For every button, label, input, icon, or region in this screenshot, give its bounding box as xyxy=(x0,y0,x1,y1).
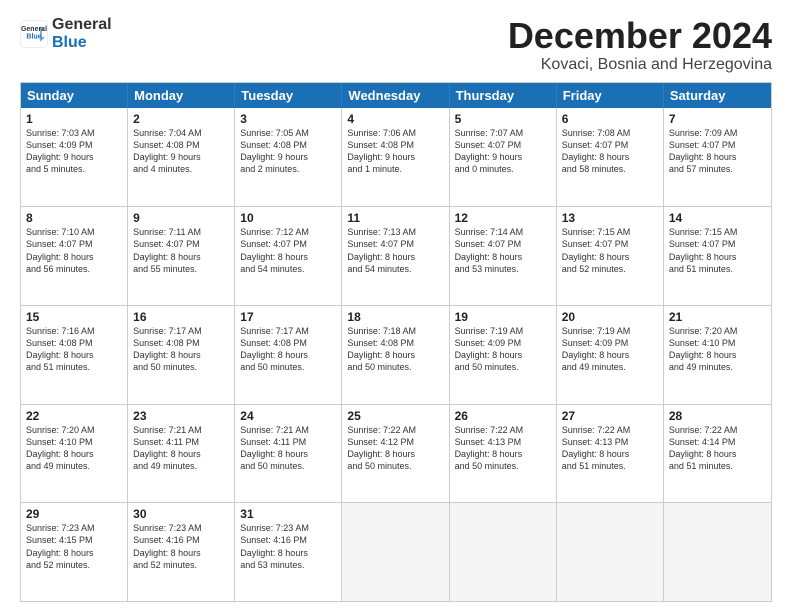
day-empty-1 xyxy=(342,503,449,601)
day-15: 15 Sunrise: 7:16 AMSunset: 4:08 PMDaylig… xyxy=(21,306,128,404)
day-13: 13 Sunrise: 7:15 AMSunset: 4:07 PMDaylig… xyxy=(557,207,664,305)
title-block: December 2024 Kovaci, Bosnia and Herzego… xyxy=(508,16,772,74)
day-17: 17 Sunrise: 7:17 AMSunset: 4:08 PMDaylig… xyxy=(235,306,342,404)
week-row-1: 1 Sunrise: 7:03 AMSunset: 4:09 PMDayligh… xyxy=(21,108,771,207)
header-tuesday: Tuesday xyxy=(235,83,342,108)
calendar: Sunday Monday Tuesday Wednesday Thursday… xyxy=(20,82,772,602)
day-22: 22 Sunrise: 7:20 AMSunset: 4:10 PMDaylig… xyxy=(21,405,128,503)
header-saturday: Saturday xyxy=(664,83,771,108)
day-11: 11 Sunrise: 7:13 AMSunset: 4:07 PMDaylig… xyxy=(342,207,449,305)
logo-blue: Blue xyxy=(52,34,87,51)
page: General Blue General Blue December 2024 … xyxy=(0,0,792,612)
logo-general: General xyxy=(52,16,112,33)
logo-icon: General Blue xyxy=(20,20,48,48)
header-friday: Friday xyxy=(557,83,664,108)
day-12: 12 Sunrise: 7:14 AMSunset: 4:07 PMDaylig… xyxy=(450,207,557,305)
calendar-body: 1 Sunrise: 7:03 AMSunset: 4:09 PMDayligh… xyxy=(21,108,771,601)
day-21: 21 Sunrise: 7:20 AMSunset: 4:10 PMDaylig… xyxy=(664,306,771,404)
header: General Blue General Blue December 2024 … xyxy=(20,16,772,74)
day-24: 24 Sunrise: 7:21 AMSunset: 4:11 PMDaylig… xyxy=(235,405,342,503)
day-6: 6 Sunrise: 7:08 AMSunset: 4:07 PMDayligh… xyxy=(557,108,664,207)
week-row-4: 22 Sunrise: 7:20 AMSunset: 4:10 PMDaylig… xyxy=(21,404,771,503)
logo-wordmark: General Blue xyxy=(52,16,112,52)
day-1: 1 Sunrise: 7:03 AMSunset: 4:09 PMDayligh… xyxy=(21,108,128,207)
day-4: 4 Sunrise: 7:06 AMSunset: 4:08 PMDayligh… xyxy=(342,108,449,207)
day-5: 5 Sunrise: 7:07 AMSunset: 4:07 PMDayligh… xyxy=(450,108,557,207)
day-31: 31 Sunrise: 7:23 AMSunset: 4:16 PMDaylig… xyxy=(235,503,342,601)
day-29: 29 Sunrise: 7:23 AMSunset: 4:15 PMDaylig… xyxy=(21,503,128,601)
day-empty-4 xyxy=(664,503,771,601)
day-28: 28 Sunrise: 7:22 AMSunset: 4:14 PMDaylig… xyxy=(664,405,771,503)
week-row-3: 15 Sunrise: 7:16 AMSunset: 4:08 PMDaylig… xyxy=(21,305,771,404)
day-8: 8 Sunrise: 7:10 AMSunset: 4:07 PMDayligh… xyxy=(21,207,128,305)
header-sunday: Sunday xyxy=(21,83,128,108)
day-30: 30 Sunrise: 7:23 AMSunset: 4:16 PMDaylig… xyxy=(128,503,235,601)
calendar-title: December 2024 xyxy=(508,16,772,56)
day-18: 18 Sunrise: 7:18 AMSunset: 4:08 PMDaylig… xyxy=(342,306,449,404)
day-20: 20 Sunrise: 7:19 AMSunset: 4:09 PMDaylig… xyxy=(557,306,664,404)
header-thursday: Thursday xyxy=(450,83,557,108)
day-2: 2 Sunrise: 7:04 AMSunset: 4:08 PMDayligh… xyxy=(128,108,235,207)
day-25: 25 Sunrise: 7:22 AMSunset: 4:12 PMDaylig… xyxy=(342,405,449,503)
day-empty-2 xyxy=(450,503,557,601)
day-16: 16 Sunrise: 7:17 AMSunset: 4:08 PMDaylig… xyxy=(128,306,235,404)
day-19: 19 Sunrise: 7:19 AMSunset: 4:09 PMDaylig… xyxy=(450,306,557,404)
calendar-header: Sunday Monday Tuesday Wednesday Thursday… xyxy=(21,83,771,108)
day-27: 27 Sunrise: 7:22 AMSunset: 4:13 PMDaylig… xyxy=(557,405,664,503)
svg-text:Blue: Blue xyxy=(26,34,41,41)
header-wednesday: Wednesday xyxy=(342,83,449,108)
day-empty-3 xyxy=(557,503,664,601)
week-row-5: 29 Sunrise: 7:23 AMSunset: 4:15 PMDaylig… xyxy=(21,502,771,601)
calendar-subtitle: Kovaci, Bosnia and Herzegovina xyxy=(508,56,772,74)
day-10: 10 Sunrise: 7:12 AMSunset: 4:07 PMDaylig… xyxy=(235,207,342,305)
day-3: 3 Sunrise: 7:05 AMSunset: 4:08 PMDayligh… xyxy=(235,108,342,207)
logo: General Blue General Blue xyxy=(20,16,112,52)
header-monday: Monday xyxy=(128,83,235,108)
week-row-2: 8 Sunrise: 7:10 AMSunset: 4:07 PMDayligh… xyxy=(21,206,771,305)
day-26: 26 Sunrise: 7:22 AMSunset: 4:13 PMDaylig… xyxy=(450,405,557,503)
day-23: 23 Sunrise: 7:21 AMSunset: 4:11 PMDaylig… xyxy=(128,405,235,503)
day-14: 14 Sunrise: 7:15 AMSunset: 4:07 PMDaylig… xyxy=(664,207,771,305)
day-7: 7 Sunrise: 7:09 AMSunset: 4:07 PMDayligh… xyxy=(664,108,771,207)
day-9: 9 Sunrise: 7:11 AMSunset: 4:07 PMDayligh… xyxy=(128,207,235,305)
